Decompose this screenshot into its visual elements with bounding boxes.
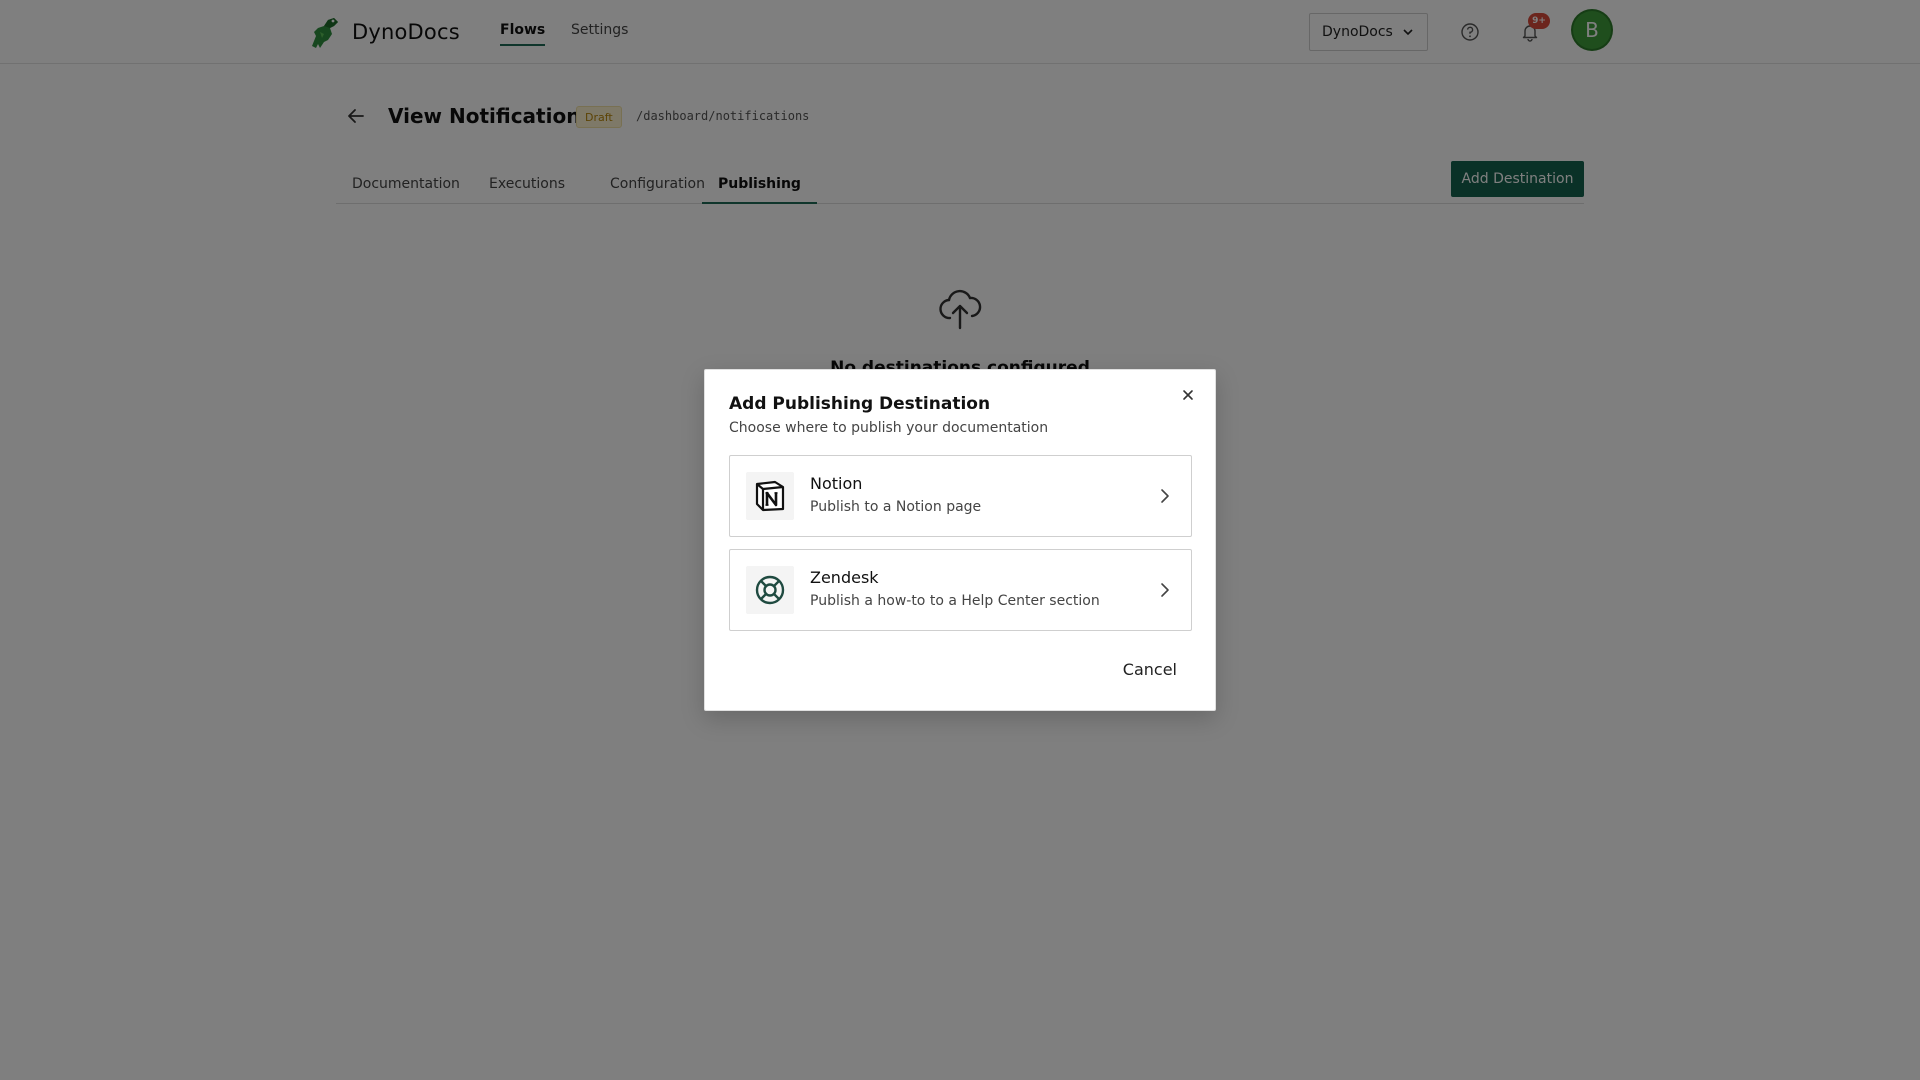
option-name: Zendesk (810, 568, 879, 587)
dialog-subtitle: Choose where to publish your documentati… (729, 420, 1049, 436)
chevron-right-icon (1161, 489, 1169, 503)
notion-icon (755, 480, 785, 512)
add-destination-dialog: Add Publishing Destination Choose where … (704, 369, 1216, 711)
lifebuoy-icon (755, 575, 785, 605)
close-button[interactable] (1177, 384, 1199, 406)
cancel-button[interactable]: Cancel (1115, 654, 1185, 684)
lifebuoy-icon-wrap (746, 566, 794, 614)
option-name: Notion (810, 474, 863, 493)
destination-option-notion[interactable]: Notion Publish to a Notion page (729, 455, 1192, 537)
chevron-right-icon (1161, 583, 1169, 597)
dialog-title: Add Publishing Destination (729, 394, 991, 414)
notion-icon-wrap (746, 472, 794, 520)
close-icon (1183, 390, 1193, 400)
destination-option-zendesk[interactable]: Zendesk Publish a how-to to a Help Cente… (729, 549, 1192, 631)
option-description: Publish to a Notion page (810, 499, 982, 515)
option-description: Publish a how-to to a Help Center sectio… (810, 593, 1100, 609)
